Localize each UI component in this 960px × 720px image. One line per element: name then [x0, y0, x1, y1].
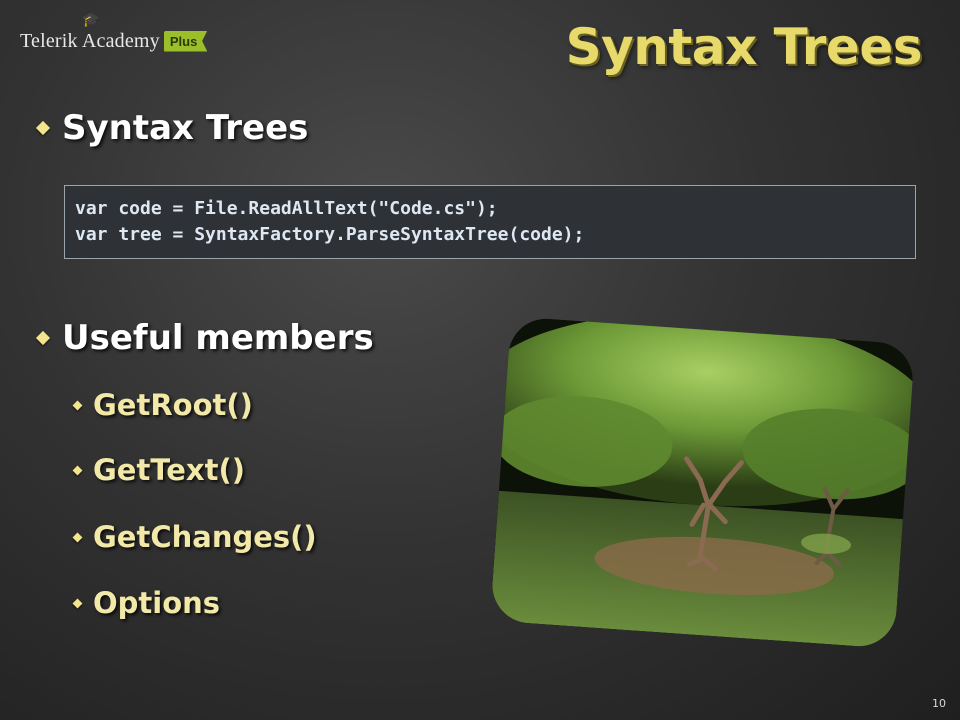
bullet-text: Syntax Trees [62, 108, 309, 148]
page-number: 10 [932, 697, 946, 710]
subbullet-getchanges: GetChanges() [72, 520, 317, 554]
subbullet-getroot: GetRoot() [72, 388, 253, 422]
bullet-useful-members: Useful members [35, 318, 374, 358]
subbullet-gettext: GetText() [72, 453, 246, 487]
tree-sculpture-photo [489, 316, 916, 649]
subbullet-text: GetRoot() [93, 388, 253, 422]
code-snippet: var code = File.ReadAllText("Code.cs"); … [64, 185, 916, 259]
diamond-bullet-icon [35, 330, 51, 346]
logo-plus-badge: Plus [163, 30, 208, 52]
graduation-cap-icon: 🎓 [82, 12, 100, 28]
code-line: var code = File.ReadAllText("Code.cs"); [75, 198, 498, 219]
diamond-bullet-icon [35, 120, 51, 136]
telerik-academy-logo: Telerik Academy 🎓 Plus [20, 12, 208, 56]
subbullet-text: GetText() [93, 453, 246, 487]
subbullet-options: Options [72, 586, 221, 620]
subbullet-text: GetChanges() [93, 520, 317, 554]
code-line: var tree = SyntaxFactory.ParseSyntaxTree… [75, 224, 585, 245]
slide-title: Syntax Trees [565, 18, 923, 76]
bullet-text: Useful members [62, 318, 374, 358]
diamond-bullet-icon [72, 598, 83, 608]
tree-photo-illustration [489, 316, 916, 649]
bullet-syntax-trees: Syntax Trees [35, 108, 309, 148]
subbullet-text: Options [93, 586, 221, 620]
logo-text: Telerik Academy [20, 29, 160, 52]
diamond-bullet-icon [72, 465, 83, 475]
diamond-bullet-icon [72, 532, 83, 542]
diamond-bullet-icon [72, 400, 83, 410]
